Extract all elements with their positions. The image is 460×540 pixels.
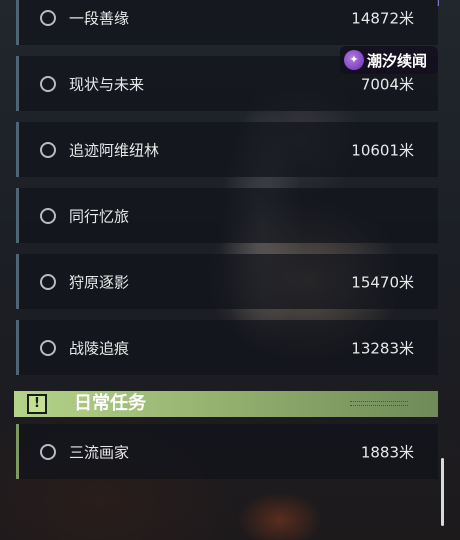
quest-accent-bar — [16, 56, 19, 111]
daily-section-header[interactable]: ! 日常任务 — [14, 391, 438, 417]
app-logo: ✦ 潮汐续闻 — [340, 46, 438, 74]
quest-title: 一段善缘 — [69, 9, 130, 27]
quest-distance: 10601米 — [351, 141, 414, 159]
quest-distance: 13283米 — [351, 339, 414, 357]
exclamation-icon: ! — [27, 394, 47, 414]
quest-title: 现状与未来 — [69, 75, 145, 93]
quest-title: 狩原逐影 — [69, 273, 130, 291]
header-decoration — [350, 401, 408, 406]
quest-accent-bar — [16, 254, 19, 309]
quest-row-1[interactable]: 一段善缘 14872米 — [16, 0, 438, 45]
daily-section-label: 日常任务 — [74, 393, 146, 414]
quest-distance: 14872米 — [351, 9, 414, 27]
quest-accent-bar — [16, 320, 19, 375]
quest-row-4[interactable]: 同行忆旅 — [16, 188, 438, 243]
quest-status-circle-icon — [40, 75, 56, 92]
daily-quest-row-1[interactable]: 三流画家 1883米 — [16, 424, 438, 479]
quest-status-circle-icon — [40, 207, 56, 224]
quest-title: 追迹阿维纽林 — [69, 141, 160, 159]
quest-accent-bar — [16, 424, 19, 479]
quest-status-circle-icon — [40, 141, 56, 158]
quest-title: 同行忆旅 — [69, 207, 130, 225]
quest-status-circle-icon — [40, 339, 56, 356]
quest-accent-bar — [16, 188, 19, 243]
logo-text: 潮汐续闻 — [367, 51, 428, 70]
quest-distance: 15470米 — [351, 273, 414, 291]
quest-accent-bar — [16, 0, 19, 45]
quest-row-3[interactable]: 追迹阿维纽林 10601米 — [16, 122, 438, 177]
quest-title: 三流画家 — [69, 443, 130, 461]
quest-accent-bar — [16, 122, 19, 177]
quest-distance: 7004米 — [360, 75, 414, 93]
quest-status-circle-icon — [40, 9, 56, 26]
scrollbar-thumb[interactable] — [441, 458, 444, 526]
quest-row-6[interactable]: 战陵追痕 13283米 — [16, 320, 438, 375]
quest-status-circle-icon — [40, 443, 56, 460]
logo-sparkle-icon: ✦ — [344, 50, 364, 70]
quest-distance: 1883米 — [360, 443, 414, 461]
quest-status-circle-icon — [40, 273, 56, 290]
quest-row-5[interactable]: 狩原逐影 15470米 — [16, 254, 438, 309]
quest-title: 战陵追痕 — [69, 339, 130, 357]
